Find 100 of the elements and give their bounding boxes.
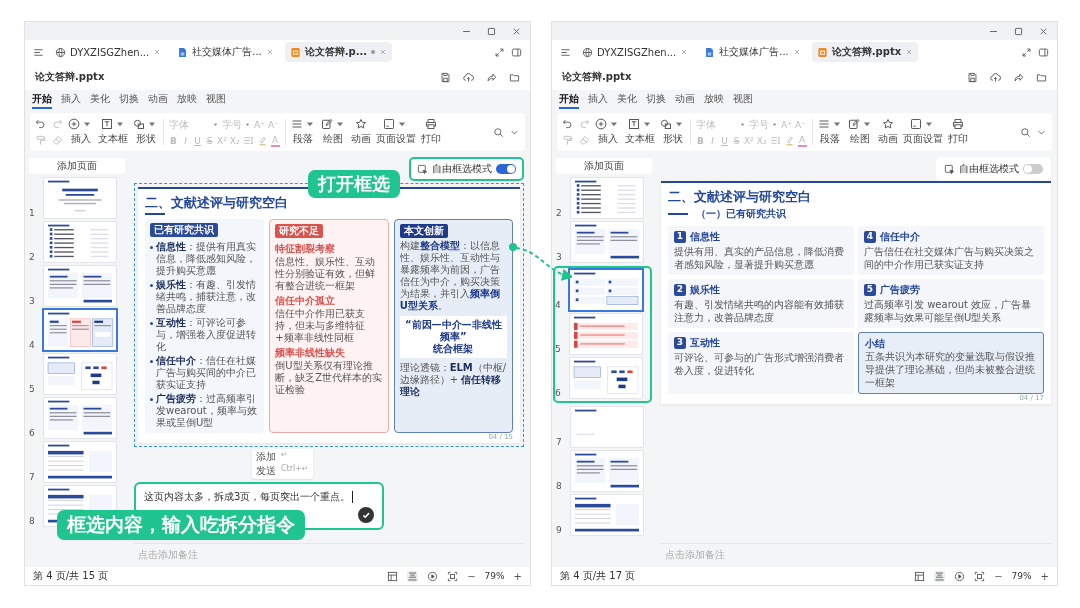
toggle-switch[interactable] [496,164,516,174]
slide-thumbnail[interactable] [44,442,116,482]
slide-thumbnail[interactable] [571,495,643,535]
browser-tab[interactable]: 论文答辩.p... [284,42,393,62]
expand-icon[interactable] [1021,46,1032,58]
share-icon[interactable] [1013,71,1024,83]
slide-thumbnail[interactable] [570,358,642,398]
plus-circle-icon [68,118,80,130]
toolbar-button[interactable]: 插入 [68,118,93,146]
zoom-out-button[interactable]: − [994,570,1003,582]
mode-toggle[interactable]: 自由框选模式 [936,157,1051,181]
toolbar-button[interactable]: 插入 [595,118,620,146]
maximize-icon[interactable] [486,25,497,37]
ribbon-tab[interactable]: 切换 [119,92,139,109]
toggle-switch[interactable] [1023,164,1043,174]
slide-thumbnail[interactable] [570,314,642,354]
browser-tab[interactable]: 论文答辩.pptx [811,42,919,62]
toolbar-button[interactable]: 页面设置 [375,118,416,146]
slide-thumbnail[interactable] [571,451,643,491]
notes-icon[interactable] [934,570,946,582]
search-icon[interactable] [493,126,504,138]
slide-thumbnail[interactable] [44,310,116,350]
ribbon-tab[interactable]: 视图 [733,92,753,109]
folder-icon[interactable] [509,71,520,83]
bullet-icon [150,321,153,325]
slide-number: 4 [29,340,36,350]
layout-icon[interactable] [387,570,399,582]
undo-icon[interactable] [562,118,573,129]
zoom-in-button[interactable]: + [513,570,522,582]
fit-icon[interactable] [447,570,459,582]
save-icon[interactable] [440,71,451,83]
toolbar-button[interactable]: 形状 [660,118,685,146]
add-page-button[interactable]: 添加页面 [29,158,125,174]
sidebar-icon[interactable] [1038,46,1049,58]
toolbar-button[interactable]: 打印 [947,118,968,146]
maximize-icon[interactable] [1013,25,1024,37]
slide-title: 二、文献述评与研究空白 [145,194,289,212]
toolbar-button[interactable]: 文本框 [625,118,655,146]
ribbon-tab[interactable]: 开始 [559,92,579,109]
slide-thumbnail[interactable] [44,178,116,218]
zoom-in-button[interactable]: + [1040,570,1049,582]
slide-thumbnail[interactable] [571,222,643,262]
ribbon-tab[interactable]: 视图 [206,92,226,109]
toolbar-button[interactable]: 段落 [817,118,843,146]
mode-toggle[interactable]: 自由框选模式 [409,157,524,181]
page-icon [383,118,396,130]
menu-icon[interactable] [33,46,44,58]
slide-thumbnail[interactable] [571,407,643,447]
toolbar-button[interactable]: 动画 [877,118,898,146]
highlighter-icon [783,135,795,146]
slide-thumbnail[interactable] [570,270,642,310]
share-icon[interactable] [486,71,497,83]
ribbon-tab[interactable]: 放映 [704,92,724,109]
expand-icon[interactable] [494,46,505,58]
ribbon-tab[interactable]: 美化 [617,92,637,109]
toolbar-button[interactable]: 文本框 [98,118,128,146]
slide-number: 3 [29,296,36,306]
ribbon-tab[interactable]: 放映 [177,92,197,109]
ribbon-tab[interactable]: 动画 [675,92,695,109]
ribbon-tab[interactable]: 插入 [588,92,608,109]
sidebar-icon[interactable] [511,46,522,58]
toolbar-button[interactable]: 绘图 [847,118,873,146]
save-icon[interactable] [967,71,978,83]
paragraph-icon [290,118,303,130]
fit-icon[interactable] [974,570,986,582]
zoom-out-button[interactable]: − [467,570,476,582]
toolbar-button[interactable]: 绘图 [320,118,346,146]
menu-icon[interactable] [560,46,571,58]
send-button[interactable] [358,506,374,523]
ribbon-tab[interactable]: 美化 [90,92,110,109]
slide-thumbnail[interactable] [571,178,643,218]
ribbon-tab[interactable]: 插入 [61,92,81,109]
slide-thumbnail[interactable] [44,266,116,306]
ribbon-tab[interactable]: 切换 [646,92,666,109]
folder-icon[interactable] [1036,71,1047,83]
toolbar-button[interactable]: 动画 [350,118,371,146]
play-icon[interactable] [427,570,439,582]
browser-tab[interactable]: 社交媒体广告... [699,42,806,62]
slide-thumbnail[interactable] [44,222,116,262]
upload-icon[interactable] [463,71,474,83]
browser-tab[interactable]: 社交媒体广告... [172,42,279,62]
add-page-button[interactable]: 添加页面 [556,158,652,174]
upload-icon[interactable] [990,71,1001,83]
layout-icon[interactable] [914,570,926,582]
play-icon[interactable] [954,570,966,582]
ribbon-tab[interactable]: 开始 [32,92,52,109]
slide-thumbnail[interactable] [44,354,116,394]
caret-icon [212,121,219,128]
slide-thumbnail[interactable] [44,398,116,438]
toolbar-button[interactable]: 段落 [290,118,316,146]
hint-label: 发送 [256,463,276,478]
browser-tab[interactable]: DYXZISGZhen... [50,43,167,61]
toolbar-button[interactable]: 打印 [420,118,441,146]
notes-icon[interactable] [407,570,419,582]
ribbon-tab[interactable]: 动画 [148,92,168,109]
toolbar-button[interactable]: 页面设置 [902,118,943,146]
search-icon[interactable] [1020,126,1031,138]
toolbar-button[interactable]: 形状 [133,118,158,146]
undo-icon[interactable] [35,118,46,129]
browser-tab[interactable]: DYXZISGZhen... [577,43,694,61]
